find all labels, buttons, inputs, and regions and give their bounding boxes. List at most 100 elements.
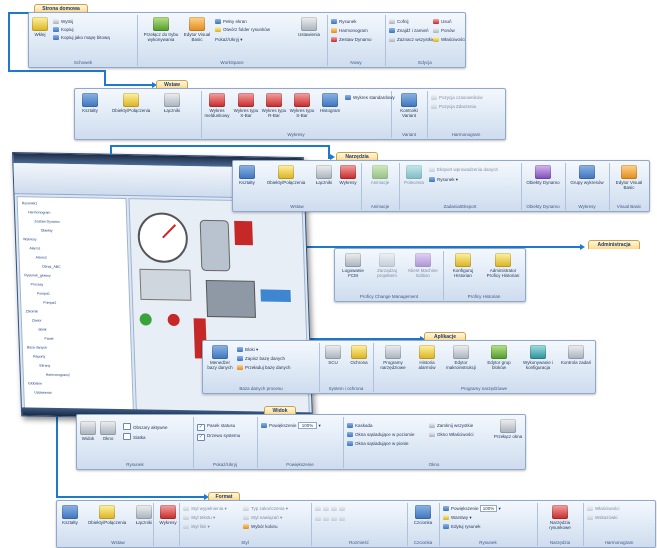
- format-charts-button[interactable]: Wykresy: [157, 505, 179, 525]
- format-zoom-dropdown[interactable]: Powiększenie 100% ▾: [443, 505, 501, 512]
- standard-chart-button[interactable]: Wykres standardowy: [345, 95, 395, 100]
- chart-line-button[interactable]: Wykres meldunkowy: [203, 93, 231, 118]
- tree-item[interactable]: Obraz_ABC: [42, 265, 61, 269]
- manage-project-button[interactable]: Zarządzaj projektem: [371, 253, 403, 278]
- tools-vb-button[interactable]: Edytor Visual Basic: [611, 165, 647, 190]
- tree-item[interactable]: Harmonogram: [28, 210, 51, 214]
- reload-db-button[interactable]: Przeładuj bazę danych: [237, 365, 291, 370]
- tips-button[interactable]: Wskazówki: [587, 515, 618, 520]
- system-tree-checkbox[interactable]: ✓ Drzewo systemu: [197, 433, 240, 441]
- chart-xbar-button[interactable]: Wykres typu X-Bar: [233, 93, 259, 118]
- tools-connectors-button[interactable]: Łączniki: [313, 165, 335, 185]
- text-style-button[interactable]: Styl tekstu ▾: [183, 515, 215, 520]
- new-dynamo-button[interactable]: Zestaw Dynamo: [331, 37, 372, 42]
- properties-button[interactable]: Właściwości: [433, 37, 465, 42]
- dynamo-objects-button[interactable]: Obiekty Dynamo: [523, 165, 563, 185]
- tree-item[interactable]: Ustawienia: [34, 391, 51, 395]
- tree-item[interactable]: Alarm1: [29, 246, 40, 250]
- tools-objects-button[interactable]: Obiekty/Połączenia: [261, 165, 311, 185]
- chart-groups-button[interactable]: Grupy wykresów: [567, 165, 607, 185]
- shapes-button[interactable]: Kształty: [77, 93, 103, 113]
- line-style-button[interactable]: Styl linii ▾: [183, 524, 210, 529]
- reports-button[interactable]: Polecenia: [401, 165, 427, 185]
- histogram-button[interactable]: Histogram: [317, 93, 343, 113]
- animation-button[interactable]: Animacje: [363, 165, 397, 185]
- tools-drawing-button[interactable]: Rysunek ▾: [429, 177, 458, 182]
- tree-item[interactable]: Zestaw Dynamo: [34, 219, 59, 223]
- login-fcm-button[interactable]: Logowanie FCM: [337, 253, 369, 278]
- vb-editor-button[interactable]: Edytor Visual Basic: [183, 17, 211, 42]
- export-data-button[interactable]: Eksport wprowadzenia danych: [429, 167, 498, 172]
- select-color-button[interactable]: Wybór koloru: [243, 524, 277, 529]
- zoom-value[interactable]: 100%: [297, 422, 318, 429]
- tree-item[interactable]: Pompa2: [43, 301, 56, 305]
- chart-rbar-button[interactable]: Wykres typu R-Bar: [261, 93, 287, 118]
- tree-item[interactable]: Alarm2: [36, 255, 47, 259]
- view-button[interactable]: Widok: [79, 421, 97, 441]
- tree-item[interactable]: Ekrany: [39, 364, 50, 368]
- select-all-button[interactable]: Zaznacz wszystkie: [389, 37, 435, 42]
- edit-drawing-button[interactable]: Edytuj rysunek: [443, 524, 481, 529]
- chart-sbar-button[interactable]: Wykres typu S-Bar: [289, 93, 315, 118]
- cascade-button[interactable]: Kaskada: [347, 423, 373, 428]
- alarm-history-button[interactable]: Historia alarmów: [413, 345, 441, 370]
- configure-historian-button[interactable]: Konfiguruj Historian: [445, 253, 481, 278]
- run-config-button[interactable]: Wykonywanie i konfiguracja: [519, 345, 557, 370]
- tree-item[interactable]: Wykresy: [23, 237, 37, 241]
- copy-as-image-button[interactable]: Kopiuj jako mapę bitową: [53, 35, 110, 40]
- alarm-position-button[interactable]: Pozycja czasowników: [431, 95, 483, 100]
- full-screen-button[interactable]: Pełny ekran: [215, 19, 247, 24]
- format-properties-button[interactable]: Właściwości: [587, 506, 620, 511]
- tree-item[interactable]: Raporty: [33, 354, 45, 358]
- open-folder-button[interactable]: Otwórz folder rysunków: [215, 27, 270, 32]
- close-all-button[interactable]: Zamknij wszystkie: [429, 423, 473, 428]
- window-button[interactable]: Okno: [99, 421, 117, 441]
- settings-button[interactable]: Ustawienia: [295, 17, 323, 37]
- tree-item[interactable]: Globalne: [28, 381, 42, 385]
- font-button[interactable]: Czcionka: [409, 505, 437, 525]
- task-control-button[interactable]: Kontrola zadań: [559, 345, 593, 365]
- admin-historian-button[interactable]: Administrator Proficy Historian: [483, 253, 523, 278]
- switch-windows-button[interactable]: Przełącz okna: [493, 419, 523, 439]
- macro-editor-button[interactable]: Edytor makroinstrukcji: [443, 345, 479, 370]
- align-buttons[interactable]: [315, 506, 347, 511]
- tools-shapes-button[interactable]: Kształty: [235, 165, 259, 185]
- save-db-button[interactable]: Zapisz bazę danych: [237, 356, 285, 361]
- show-hide-button[interactable]: Pokaż/Ukryj ▾: [215, 37, 243, 42]
- objects-button[interactable]: Obiekty/Połączenia: [105, 93, 157, 113]
- zoom-dropdown[interactable]: Powiększenie 100% ▾: [261, 422, 321, 429]
- status-bar-checkbox[interactable]: ✓ Pasek statusu: [197, 423, 235, 431]
- tree-item[interactable]: Zbiornik: [25, 309, 38, 313]
- delete-button[interactable]: Usuń: [433, 19, 452, 24]
- new-schedule-button[interactable]: Harmonogram: [331, 28, 368, 33]
- tree-item[interactable]: Panel: [44, 337, 53, 341]
- connectors-button[interactable]: Łączniki: [159, 93, 185, 113]
- runtime-button[interactable]: Przełącz do trybu wykonywania: [141, 17, 181, 42]
- control-button[interactable]: Kontrolki Variant: [393, 93, 425, 118]
- security-button[interactable]: Ochrona: [347, 345, 371, 365]
- cut-button[interactable]: Wytnij: [53, 19, 73, 24]
- tile-vertical-button[interactable]: Okna sąsiadujące w pionie: [347, 441, 409, 446]
- tree-item[interactable]: Zawor: [32, 318, 42, 322]
- machine-edition-button[interactable]: Klient Machine Edition: [405, 253, 441, 278]
- tools-charts-button[interactable]: Wykresy: [337, 165, 359, 185]
- tree-item[interactable]: Pompa1: [37, 292, 50, 296]
- line-end-button[interactable]: Typ zakończenia ▾: [243, 506, 288, 511]
- fill-style-button[interactable]: Styl wypełnienia ▾: [183, 506, 227, 511]
- blocks-button[interactable]: Bloki ▾: [237, 347, 258, 352]
- drawing-tools-button[interactable]: Narzędzia rysunkowe: [539, 505, 581, 530]
- paste-button[interactable]: Wklej: [31, 17, 49, 37]
- scu-button[interactable]: SCU: [321, 345, 345, 365]
- db-manager-button[interactable]: Menedżer bazy danych: [205, 345, 235, 370]
- tree-item[interactable]: Rysunek_glowny: [24, 273, 51, 277]
- tree-item[interactable]: Baza danych: [27, 345, 47, 349]
- programs-button[interactable]: Programy narzędziowe: [375, 345, 411, 370]
- new-drawing-button[interactable]: Rysunek: [331, 19, 357, 24]
- find-replace-button[interactable]: Znajdź i zamień: [389, 28, 429, 33]
- layers-button[interactable]: Warstwy ▾: [443, 515, 472, 520]
- order-buttons[interactable]: [315, 516, 347, 521]
- copy-button[interactable]: Kopiuj: [53, 27, 74, 32]
- tile-horizontal-button[interactable]: Okna sąsiadujące w poziomie: [347, 432, 415, 437]
- tree-item[interactable]: Obiekty: [41, 229, 53, 233]
- line-pattern-button[interactable]: Styl nawiązań ▾: [243, 515, 282, 520]
